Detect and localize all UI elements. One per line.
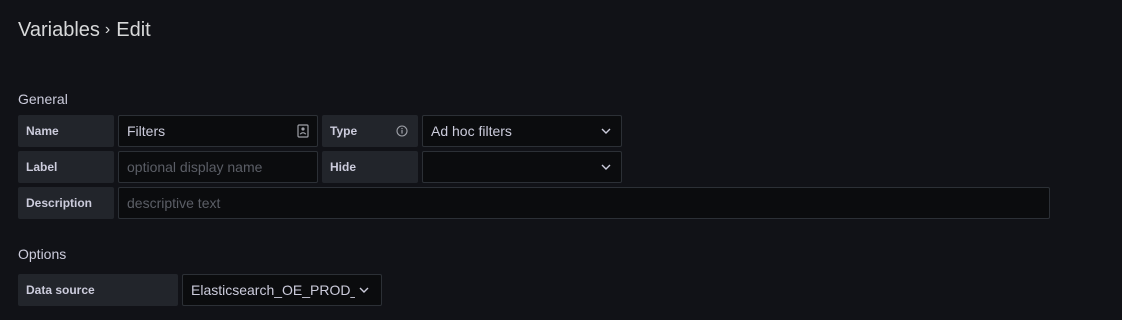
- breadcrumb: Variables › Edit: [18, 19, 151, 42]
- chevron-down-icon: [601, 128, 611, 134]
- chevron-down-icon: [359, 287, 369, 293]
- data-source-value: Elasticsearch_OE_PROD_c: [191, 282, 355, 298]
- hide-select[interactable]: [422, 151, 622, 183]
- hide-label: Hide: [322, 151, 418, 183]
- name-label: Name: [18, 115, 114, 147]
- label-input[interactable]: [127, 159, 309, 175]
- data-source-select[interactable]: Elasticsearch_OE_PROD_c: [182, 274, 382, 306]
- description-field[interactable]: [118, 187, 1050, 219]
- label-label: Label: [18, 151, 114, 183]
- name-input[interactable]: [127, 123, 293, 139]
- breadcrumb-separator: ›: [104, 20, 111, 38]
- type-select[interactable]: Ad hoc filters: [422, 115, 622, 147]
- info-circle-icon[interactable]: [396, 125, 408, 137]
- label-field[interactable]: [118, 151, 318, 183]
- name-type-row: Name Type Ad hoc filt: [18, 115, 622, 147]
- label-hide-row: Label Hide: [18, 151, 622, 183]
- description-label: Description: [18, 187, 114, 219]
- description-input[interactable]: [127, 195, 1041, 211]
- data-source-row: Data source Elasticsearch_OE_PROD_c: [18, 274, 382, 306]
- name-field[interactable]: [118, 115, 318, 147]
- chevron-down-icon: [601, 164, 611, 170]
- type-label-box: Type: [322, 115, 418, 147]
- type-label: Type: [330, 124, 358, 138]
- breadcrumb-parent[interactable]: Variables: [18, 19, 100, 42]
- type-select-value: Ad hoc filters: [431, 123, 512, 139]
- breadcrumb-current: Edit: [116, 19, 151, 41]
- description-row: Description: [18, 187, 1050, 219]
- variable-edit-page: Variables › Edit General Name Type: [0, 0, 1122, 320]
- general-section-title: General: [18, 91, 68, 107]
- form-id-icon: [297, 124, 309, 138]
- data-source-label: Data source: [18, 274, 178, 306]
- options-section-title: Options: [18, 246, 67, 262]
